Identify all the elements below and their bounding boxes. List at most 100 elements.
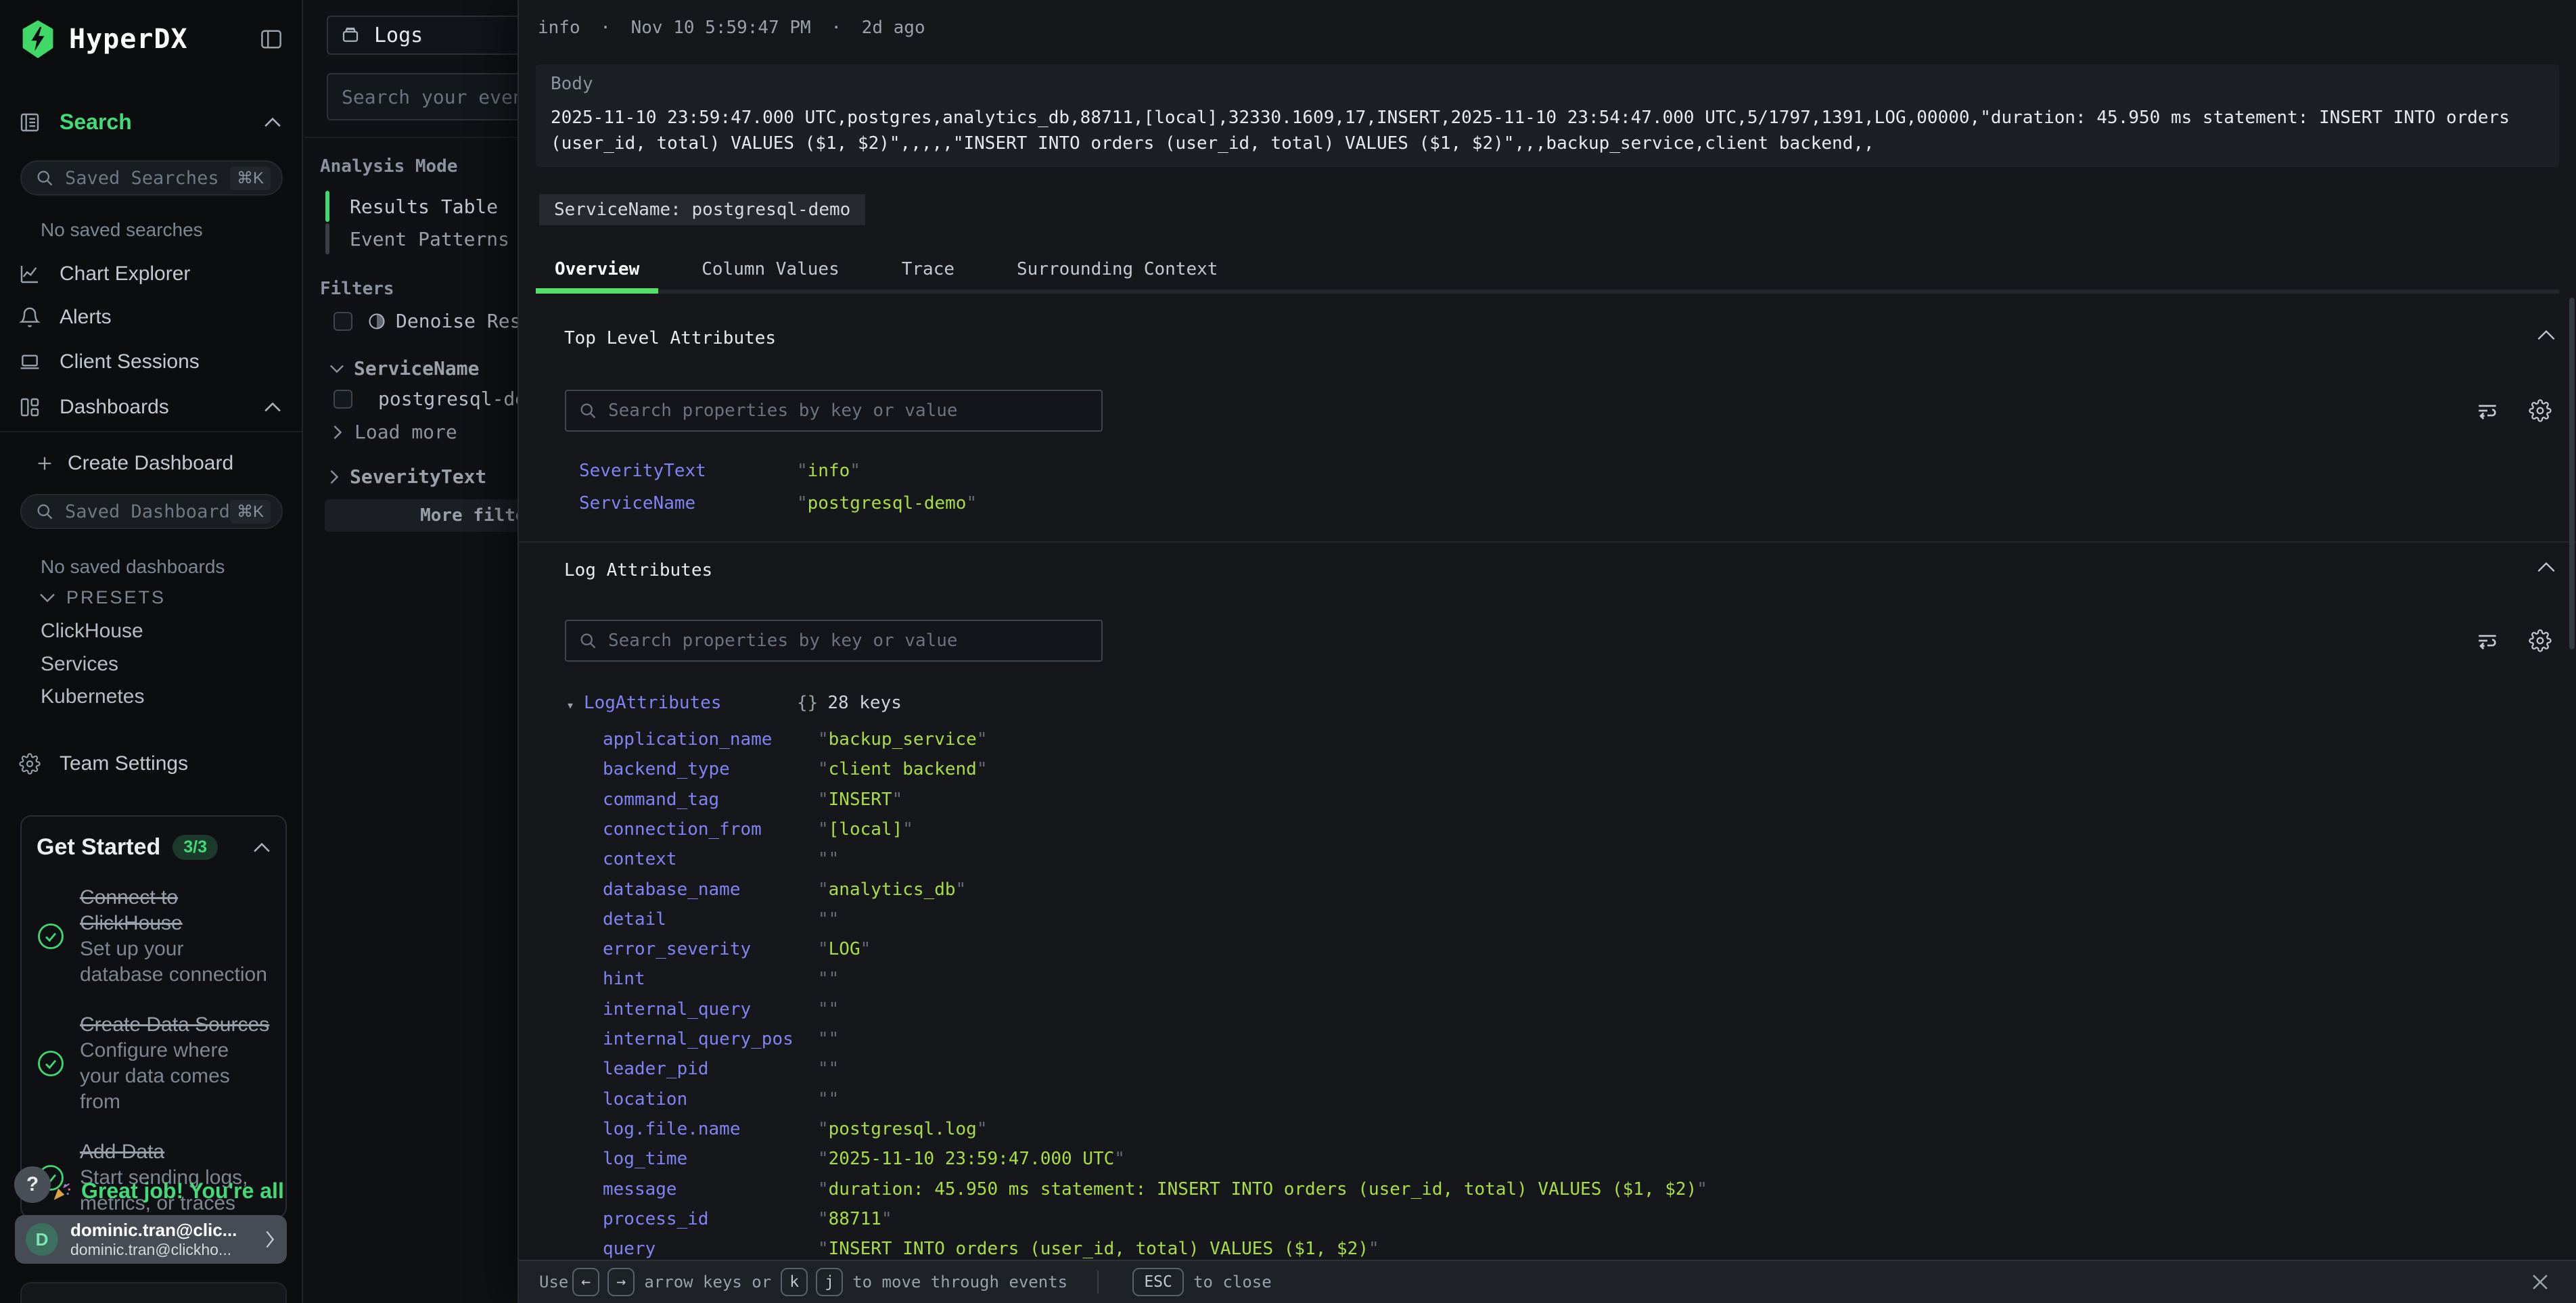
- chevron-up-icon[interactable]: [264, 117, 281, 128]
- load-more-button[interactable]: Load more: [333, 421, 457, 443]
- help-button[interactable]: ?: [14, 1166, 51, 1203]
- attr-value[interactable]: 88711: [818, 1209, 892, 1229]
- service-checkbox[interactable]: [334, 390, 352, 409]
- attr-key[interactable]: connection_from: [603, 819, 762, 840]
- attr-key[interactable]: context: [603, 849, 677, 869]
- j-key[interactable]: j: [816, 1268, 843, 1296]
- attr-key[interactable]: backend_type: [603, 759, 730, 779]
- search-icon: [35, 168, 54, 187]
- body-panel[interactable]: Body 2025-11-10 23:59:47.000 UTC,postgre…: [536, 64, 2559, 167]
- sidebar-item-search[interactable]: Search: [19, 110, 281, 135]
- attr-value[interactable]: 2025-11-10 23:59:47.000 UTC: [818, 1149, 1125, 1169]
- arrow-left-key[interactable]: ←: [572, 1268, 599, 1296]
- attr-value[interactable]: postgresql.log: [818, 1119, 987, 1139]
- attr-value[interactable]: client backend: [818, 759, 987, 779]
- attr-value[interactable]: [818, 1029, 839, 1049]
- attr-key[interactable]: database_name: [603, 879, 741, 900]
- attr-value[interactable]: [818, 1059, 839, 1079]
- get-started-item[interactable]: Add Data Start sending logs, metrics, or…: [37, 1139, 271, 1216]
- arrow-right-key[interactable]: →: [607, 1268, 635, 1296]
- attr-key[interactable]: error_severity: [603, 939, 751, 959]
- sidebar-item-alerts[interactable]: Alerts: [19, 306, 281, 329]
- attr-key[interactable]: internal_query: [603, 999, 751, 1020]
- root-key[interactable]: LogAttributes: [584, 693, 722, 713]
- preset-services[interactable]: Services: [41, 653, 118, 676]
- tab-surrounding-context[interactable]: Surrounding Context: [998, 249, 1237, 290]
- attr-key[interactable]: SeverityText: [579, 461, 706, 481]
- attr-value[interactable]: info: [797, 461, 860, 481]
- attr-key[interactable]: application_name: [603, 729, 772, 750]
- wrap-lines-icon[interactable]: [2476, 399, 2499, 422]
- attr-value[interactable]: duration: 45.950 ms statement: INSERT IN…: [818, 1179, 1707, 1199]
- chevron-up-icon[interactable]: [253, 842, 271, 853]
- log-attributes-search-input[interactable]: [608, 631, 1089, 651]
- gear-icon[interactable]: [2529, 629, 2552, 652]
- sidebar-collapse-icon[interactable]: [260, 29, 283, 49]
- sidebar-item-team-settings[interactable]: Team Settings: [19, 752, 281, 775]
- attr-key[interactable]: internal_query_pos: [603, 1029, 794, 1049]
- gear-icon[interactable]: [2529, 399, 2552, 422]
- collapse-section-icon[interactable]: [2537, 329, 2556, 341]
- sidebar-item-label: Chart Explorer: [60, 262, 190, 285]
- attr-value[interactable]: [local]: [818, 819, 913, 840]
- log-attributes-root-row[interactable]: ▾ LogAttributes {}28 keys: [519, 693, 2562, 720]
- attr-value[interactable]: postgresql-demo: [797, 493, 977, 513]
- preset-kubernetes[interactable]: Kubernetes: [41, 685, 144, 708]
- attr-key[interactable]: hint: [603, 969, 645, 989]
- saved-dashboards-field[interactable]: [65, 501, 230, 522]
- attr-key[interactable]: log.file.name: [603, 1119, 741, 1139]
- attr-value[interactable]: [818, 999, 839, 1020]
- attr-value[interactable]: INSERT INTO orders (user_id, total) VALU…: [818, 1239, 1379, 1259]
- sidebar-item-client-sessions[interactable]: Client Sessions: [19, 350, 281, 373]
- mode-results-table[interactable]: Results Table: [325, 191, 498, 222]
- saved-searches-input[interactable]: ⌘K: [20, 160, 283, 196]
- tab-column-values[interactable]: Column Values: [683, 249, 858, 290]
- attr-value[interactable]: [818, 909, 839, 930]
- attr-value[interactable]: [818, 969, 839, 989]
- get-started-item[interactable]: Connect to ClickHouse Set up your databa…: [37, 885, 271, 988]
- create-dashboard-button[interactable]: Create Dashboard: [35, 452, 281, 475]
- wrap-lines-icon[interactable]: [2476, 629, 2499, 652]
- tab-trace[interactable]: Trace: [883, 249, 973, 290]
- attr-value[interactable]: analytics_db: [818, 879, 966, 900]
- attr-value[interactable]: LOG: [818, 939, 871, 959]
- attr-key[interactable]: leader_pid: [603, 1059, 709, 1079]
- collapse-section-icon[interactable]: [2537, 562, 2556, 573]
- chevron-up-icon[interactable]: [264, 402, 281, 413]
- caret-down-icon[interactable]: ▾: [566, 697, 574, 713]
- tab-overview[interactable]: Overview: [536, 249, 658, 290]
- sidebar-item-dashboards[interactable]: Dashboards: [19, 396, 281, 419]
- get-started-item[interactable]: Create Data Sources Configure where your…: [37, 1012, 271, 1115]
- severity-group-toggle[interactable]: SeverityText: [329, 465, 486, 488]
- log-attributes-search-box[interactable]: [565, 620, 1103, 662]
- service-name-tag[interactable]: ServiceName: postgresql-demo: [539, 194, 865, 225]
- attr-key[interactable]: detail: [603, 909, 666, 930]
- esc-key[interactable]: ESC: [1132, 1268, 1184, 1296]
- saved-dashboards-input[interactable]: ⌘K: [20, 494, 283, 529]
- close-icon[interactable]: [2529, 1271, 2552, 1294]
- attr-key[interactable]: command_tag: [603, 790, 719, 810]
- attr-value[interactable]: [818, 849, 839, 869]
- attr-key[interactable]: ServiceName: [579, 493, 695, 513]
- attr-value[interactable]: INSERT: [818, 790, 902, 810]
- saved-searches-field[interactable]: [65, 168, 230, 189]
- attr-value[interactable]: [818, 1089, 839, 1110]
- mode-event-patterns[interactable]: Event Patterns: [325, 223, 509, 254]
- attr-key[interactable]: query: [603, 1239, 656, 1259]
- top-level-search-input[interactable]: [608, 401, 1089, 421]
- top-level-search-box[interactable]: [565, 390, 1103, 432]
- scrollbar[interactable]: [2569, 298, 2575, 649]
- sidebar-item-chart-explorer[interactable]: Chart Explorer: [19, 262, 281, 285]
- preset-clickhouse[interactable]: ClickHouse: [41, 620, 143, 643]
- attr-key[interactable]: log_time: [603, 1149, 687, 1169]
- attr-value[interactable]: backup_service: [818, 729, 987, 750]
- attr-key[interactable]: process_id: [603, 1209, 709, 1229]
- k-key[interactable]: k: [781, 1268, 808, 1296]
- service-name-group-toggle[interactable]: ServiceName: [329, 357, 479, 380]
- get-started-header[interactable]: Get Started 3/3: [37, 834, 271, 861]
- denoise-checkbox[interactable]: [334, 312, 352, 331]
- attr-key[interactable]: location: [603, 1089, 687, 1110]
- attr-key[interactable]: message: [603, 1179, 677, 1199]
- user-account-button[interactable]: D dominic.tran@clic... dominic.tran@clic…: [15, 1215, 287, 1264]
- presets-toggle[interactable]: PRESETS: [39, 587, 166, 608]
